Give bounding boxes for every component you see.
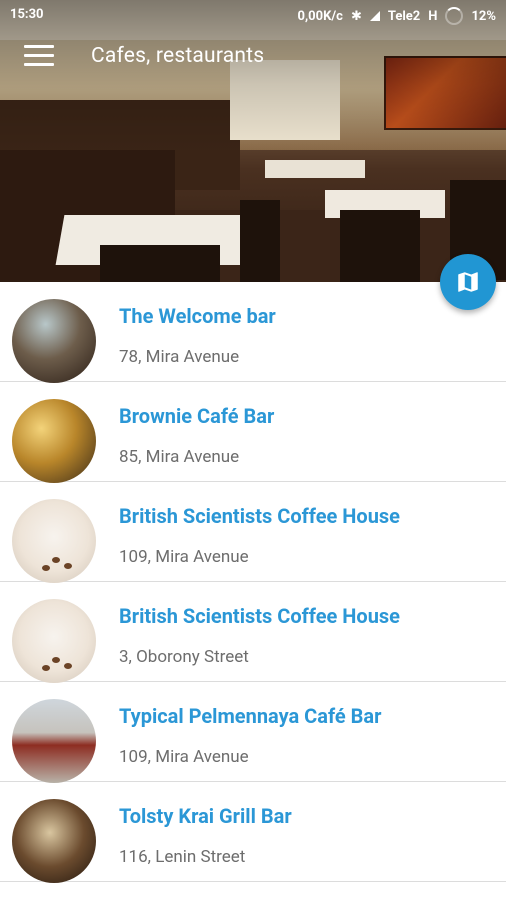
place-name: Brownie Café Bar bbox=[119, 404, 275, 428]
place-address: 85, Mira Avenue bbox=[119, 447, 240, 467]
list-item[interactable]: Typical Pelmennaya Café Bar 109, Mira Av… bbox=[0, 682, 506, 783]
signal-icon bbox=[369, 11, 380, 21]
place-photo bbox=[12, 299, 96, 383]
battery-icon bbox=[445, 7, 464, 25]
place-name: British Scientists Coffee House bbox=[119, 604, 400, 628]
place-address: 78, Mira Avenue bbox=[119, 347, 240, 367]
place-name: Tolsty Krai Grill Bar bbox=[119, 804, 292, 828]
place-name: British Scientists Coffee House bbox=[119, 504, 400, 528]
network-type: H bbox=[428, 8, 438, 24]
battery-level: 12% bbox=[471, 8, 496, 24]
hamburger-icon[interactable] bbox=[24, 45, 54, 67]
place-name: The Welcome bar bbox=[119, 304, 276, 328]
list-item[interactable]: The Welcome bar 78, Mira Avenue bbox=[0, 282, 506, 383]
page-title: Cafes, restaurants bbox=[91, 44, 265, 68]
place-photo bbox=[12, 399, 96, 483]
places-list: The Welcome bar 78, Mira Avenue Brownie … bbox=[0, 282, 506, 883]
place-address: 109, Mira Avenue bbox=[119, 747, 249, 767]
network-speed: 0,00K/c bbox=[297, 8, 343, 24]
list-item[interactable]: Tolsty Krai Grill Bar 116, Lenin Street bbox=[0, 782, 506, 883]
list-item[interactable]: Brownie Café Bar 85, Mira Avenue bbox=[0, 382, 506, 483]
place-address: 109, Mira Avenue bbox=[119, 547, 249, 567]
list-item[interactable]: British Scientists Coffee House 109, Mir… bbox=[0, 482, 506, 583]
header-image bbox=[0, 0, 506, 282]
map-button[interactable] bbox=[440, 254, 496, 310]
place-photo bbox=[12, 599, 96, 683]
place-photo bbox=[12, 699, 96, 783]
map-icon bbox=[458, 272, 478, 292]
carrier-name: Tele2 bbox=[387, 8, 421, 24]
place-address: 3, Oborony Street bbox=[119, 647, 249, 667]
status-time: 15:30 bbox=[10, 7, 44, 22]
place-name: Typical Pelmennaya Café Bar bbox=[119, 704, 382, 728]
list-item[interactable]: British Scientists Coffee House 3, Oboro… bbox=[0, 582, 506, 683]
place-address: 116, Lenin Street bbox=[119, 847, 246, 867]
status-bar: 15:30 0,00K/c ✱ Tele2 H 12% bbox=[0, 0, 506, 30]
place-photo bbox=[12, 499, 96, 583]
place-photo bbox=[12, 799, 96, 883]
bluetooth-icon: ✱ bbox=[350, 8, 362, 24]
